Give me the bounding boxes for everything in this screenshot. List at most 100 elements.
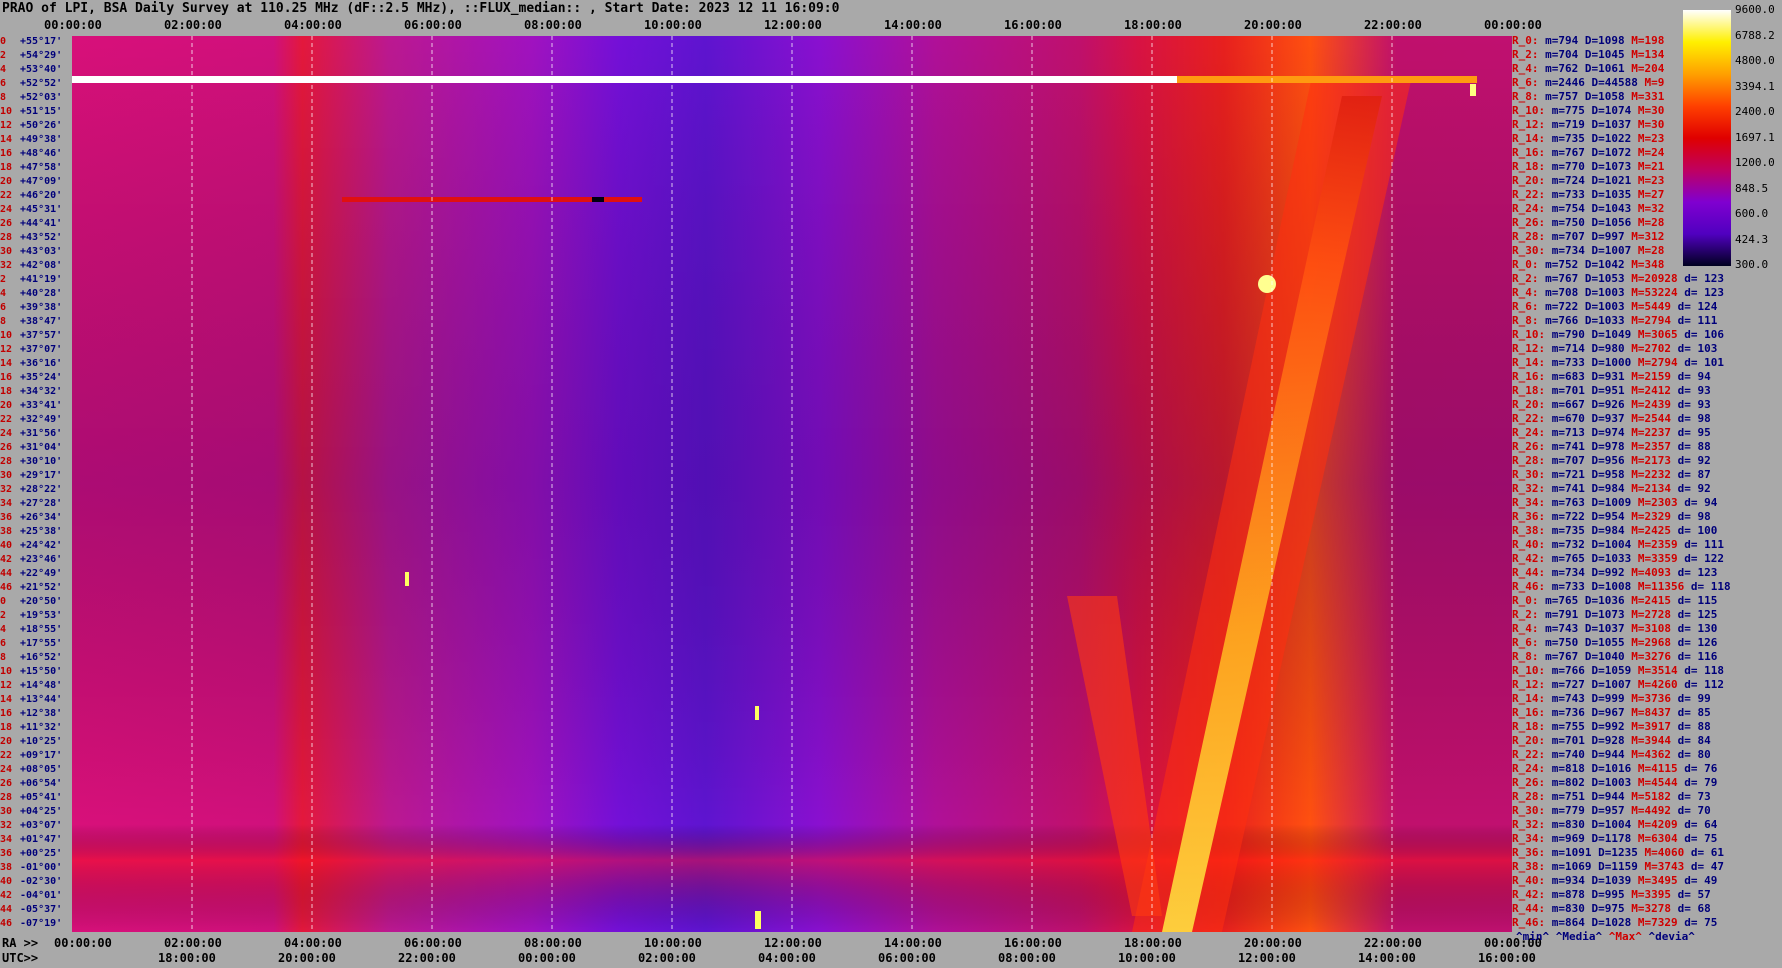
beam-deviation xyxy=(1664,62,1671,75)
beam-max: M=2425 xyxy=(1624,524,1671,537)
beam-index: 30 xyxy=(0,246,13,257)
beam-min: m=775 xyxy=(1545,104,1585,117)
beam-label: R_28: xyxy=(1512,230,1546,243)
declination-row: 10 +37°57' xyxy=(0,330,62,344)
beam-max: M=5182 xyxy=(1624,790,1671,803)
beam-deviation: d= 92 xyxy=(1670,454,1711,467)
beam-min: m=735 xyxy=(1545,132,1585,145)
beam-stat-row: R_46: m=864 D=1028 M=7329 d= 75 xyxy=(1512,916,1717,930)
declination-row: 28 +30°10' xyxy=(0,456,62,470)
top-ra-tick: 16:00:00 xyxy=(1004,18,1062,32)
beam-max: M=2415 xyxy=(1624,594,1671,607)
declination-label: +47°58' xyxy=(14,162,63,173)
beam-index: 6 xyxy=(0,638,7,649)
beam-index: 40 xyxy=(0,540,13,551)
declination-row: 20 +33°41' xyxy=(0,400,62,414)
beam-index: 44 xyxy=(0,904,13,915)
beam-max: M=2359 xyxy=(1631,538,1678,551)
ra-tick: 12:00:00 xyxy=(764,936,822,950)
beam-index: 44 xyxy=(0,568,13,579)
beam-index: 24 xyxy=(0,428,13,439)
declination-row: 40 +24°42' xyxy=(0,540,62,554)
declination-label: +18°55' xyxy=(14,624,63,635)
beam-stat-row: R_22: m=740 D=944 M=4362 d= 80 xyxy=(1512,748,1711,762)
beam-deviation: d= 123 xyxy=(1677,272,1724,285)
beam-min: m=763 xyxy=(1545,496,1585,509)
beam-min: m=722 xyxy=(1545,510,1585,523)
declination-row: 30 +29°17' xyxy=(0,470,62,484)
beam-stat-row: R_40: m=732 D=1004 M=2359 d= 111 xyxy=(1512,538,1724,552)
beam-max: M=134 xyxy=(1624,48,1665,61)
ra-tick: 16:00:00 xyxy=(1004,936,1062,950)
beam-label: R_42: xyxy=(1512,888,1546,901)
beam-index: 46 xyxy=(0,918,13,929)
declination-label: +41°19' xyxy=(14,274,63,285)
declination-row: 22 +32°49' xyxy=(0,414,62,428)
beam-min: m=670 xyxy=(1545,412,1585,425)
beam-median: D=1003 xyxy=(1584,776,1632,789)
top-ra-tick: 14:00:00 xyxy=(884,18,942,32)
declination-axis: 0 +55°17' 2 +54°29' 4 +53°40' 6 +52°52' 8 +5… xyxy=(0,36,72,932)
declination-row: 26 +31°04' xyxy=(0,442,62,456)
declination-label: +49°38' xyxy=(14,134,63,145)
beam-max: M=2439 xyxy=(1624,398,1671,411)
beam-min: m=766 xyxy=(1545,664,1585,677)
beam-index: 8 xyxy=(0,92,7,103)
ra-tick: 10:00:00 xyxy=(644,936,702,950)
beam-label: R_26: xyxy=(1512,440,1546,453)
beam-deviation xyxy=(1664,118,1671,131)
beam-index: 42 xyxy=(0,890,13,901)
beam-stat-row: R_10: m=766 D=1059 M=3514 d= 118 xyxy=(1512,664,1724,678)
declination-row: 40 -02°30' xyxy=(0,876,62,890)
beam-stat-row: R_0: m=794 D=1098 M=198 xyxy=(1512,34,1671,48)
declination-label: +21°52' xyxy=(14,582,63,593)
beam-min: m=765 xyxy=(1538,594,1579,607)
beam-index: 8 xyxy=(0,652,7,663)
beam-min: m=733 xyxy=(1545,356,1585,369)
beam-max: M=4260 xyxy=(1631,678,1678,691)
beam-median: D=1033 xyxy=(1578,314,1625,327)
beam-max: M=312 xyxy=(1624,230,1665,243)
declination-label: +29°17' xyxy=(14,470,63,481)
beam-label: R_36: xyxy=(1512,510,1546,523)
beam-max: M=4093 xyxy=(1624,566,1671,579)
ra-tick: 14:00:00 xyxy=(884,936,942,950)
beam-label: R_28: xyxy=(1512,454,1546,467)
beam-label: R_14: xyxy=(1512,132,1546,145)
beam-deviation xyxy=(1664,244,1671,257)
declination-label: +27°28' xyxy=(14,498,63,509)
beam-min: m=754 xyxy=(1545,202,1585,215)
beam-deviation: d= 123 xyxy=(1677,286,1724,299)
utc-tick: 02:00:00 xyxy=(638,951,696,965)
beam-median: D=992 xyxy=(1584,720,1625,733)
beam-stat-row: R_32: m=830 D=1004 M=4209 d= 64 xyxy=(1512,818,1717,832)
top-ra-tick: 00:00:00 xyxy=(44,18,102,32)
declination-row: 10 +15°50' xyxy=(0,666,62,680)
beam-label: R_6: xyxy=(1512,300,1539,313)
declination-row: 36 +26°34' xyxy=(0,512,62,526)
declination-label: +31°04' xyxy=(14,442,63,453)
beam-median: D=1033 xyxy=(1584,552,1632,565)
beam-median: D=1039 xyxy=(1584,874,1632,887)
beam-stat-row: R_16: m=736 D=967 M=8437 d= 85 xyxy=(1512,706,1711,720)
beam-index: 18 xyxy=(0,722,13,733)
beam-label: R_12: xyxy=(1512,678,1546,691)
beam-median: D=995 xyxy=(1584,888,1625,901)
beam-deviation: d= 84 xyxy=(1670,734,1711,747)
beam-median: D=1072 xyxy=(1584,146,1632,159)
beam-deviation: d= 49 xyxy=(1677,874,1718,887)
beam-min: m=794 xyxy=(1538,34,1579,47)
beam-min: m=767 xyxy=(1538,272,1579,285)
beam-max: M=2794 xyxy=(1631,356,1678,369)
beam-max: M=24 xyxy=(1631,146,1665,159)
beam-label: R_32: xyxy=(1512,818,1546,831)
beam-label: R_38: xyxy=(1512,524,1546,537)
beam-deviation: d= 92 xyxy=(1670,482,1711,495)
declination-label: +12°38' xyxy=(14,708,63,719)
top-ra-tick: 06:00:00 xyxy=(404,18,462,32)
beam-max: M=23 xyxy=(1631,132,1665,145)
beam-median: D=1004 xyxy=(1584,538,1632,551)
beam-median: D=958 xyxy=(1584,468,1625,481)
beam-median: D=956 xyxy=(1584,454,1625,467)
beam-min: m=770 xyxy=(1545,160,1585,173)
